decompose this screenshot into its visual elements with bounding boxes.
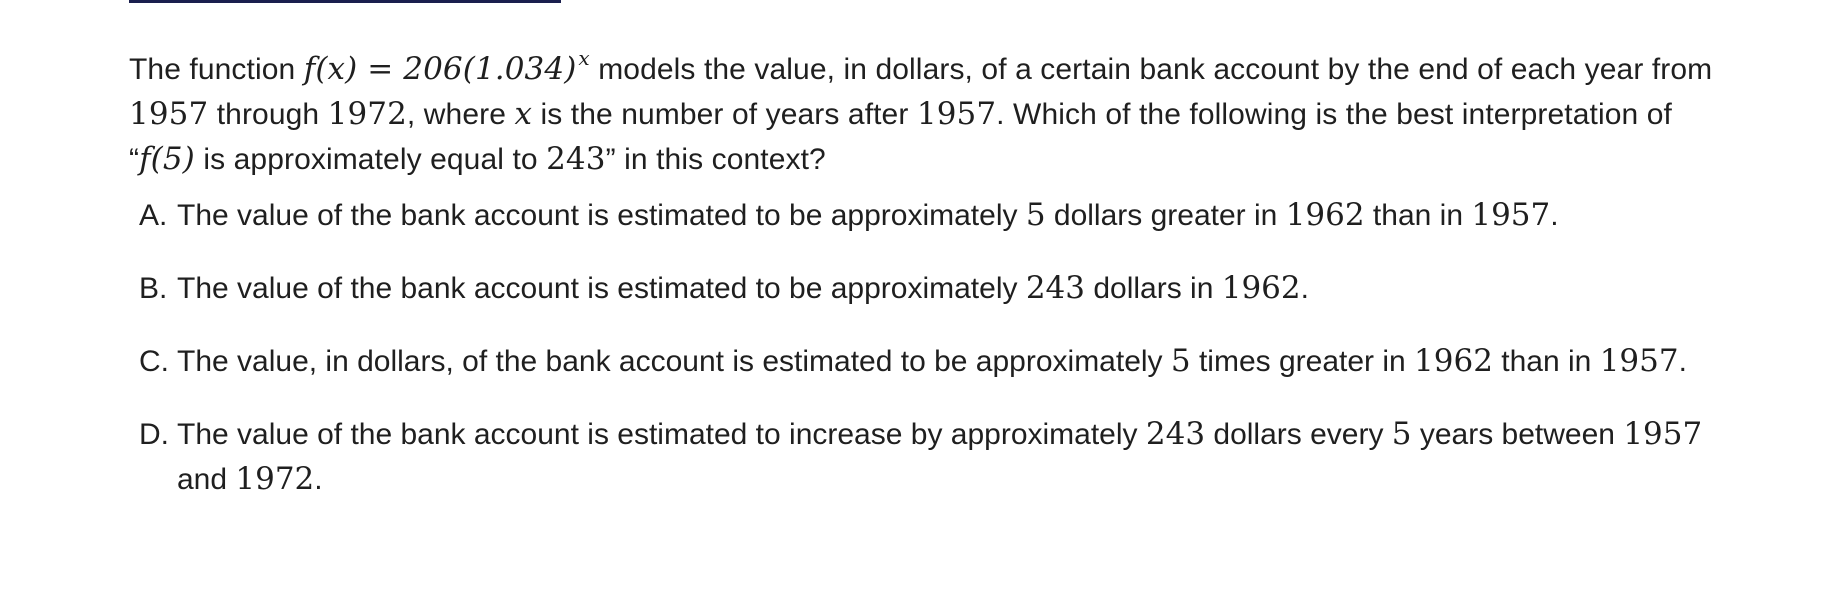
option-a-text: The value of the bank account is estimat…: [177, 193, 1717, 238]
option-text-part: .: [314, 463, 323, 496]
option-text-part: .: [1678, 345, 1687, 378]
option-number: 1957: [1471, 197, 1551, 233]
question-intro: The function: [129, 53, 304, 86]
option-c-letter: C.: [139, 345, 169, 378]
option-c[interactable]: C. The value, in dollars, of the bank ac…: [139, 339, 1759, 384]
option-text-part: dollars every: [1205, 418, 1392, 451]
option-c-text: The value, in dollars, of the bank accou…: [177, 339, 1717, 384]
option-text-part: The value of the bank account is estimat…: [177, 418, 1146, 451]
option-d[interactable]: D. The value of the bank account is esti…: [139, 412, 1759, 502]
option-text-part: The value of the bank account is estimat…: [177, 199, 1026, 232]
f-of-5: f(5): [139, 141, 195, 177]
question-part-2: is the number of years after: [532, 98, 917, 131]
option-number: 1957: [1623, 416, 1703, 452]
top-divider: [129, 0, 561, 3]
option-number: 1962: [1221, 270, 1301, 306]
year-1957: 1957: [129, 96, 209, 132]
option-text-part: dollars greater in: [1045, 199, 1286, 232]
question-part-5: ” in this context?: [605, 143, 826, 176]
function-exponent: x: [578, 46, 590, 70]
option-text-part: and: [177, 463, 236, 496]
option-number: 1972: [235, 461, 315, 497]
question-text: The function f(x) = 206(1.034) x models t…: [129, 36, 1729, 182]
year-1972: 1972: [327, 96, 407, 132]
option-b-text: The value of the bank account is estimat…: [177, 266, 1717, 311]
option-text-part: The value, in dollars, of the bank accou…: [177, 345, 1171, 378]
question-part-1: models the value, in dollars, of a certa…: [589, 53, 1713, 86]
question-through: through: [208, 98, 328, 131]
year-1957-b: 1957: [916, 96, 997, 132]
function-expression: f(x) = 206(1.034): [303, 51, 577, 87]
option-text-part: times greater in: [1190, 345, 1415, 378]
option-number: 5: [1391, 416, 1412, 452]
option-text-part: years between: [1411, 418, 1624, 451]
option-d-text: The value of the bank account is estimat…: [177, 412, 1717, 502]
option-number: 243: [1145, 416, 1206, 452]
variable-x: x: [514, 96, 533, 132]
option-number: 5: [1025, 197, 1046, 233]
question-where: , where: [406, 98, 515, 131]
option-text-part: .: [1550, 199, 1559, 232]
option-d-letter: D.: [139, 418, 169, 451]
value-243: 243: [546, 141, 606, 177]
option-b-letter: B.: [139, 272, 168, 305]
option-number: 5: [1170, 343, 1191, 379]
option-number: 1962: [1285, 197, 1365, 233]
option-text-part: than in: [1492, 345, 1600, 378]
question-part-4: is approximately equal to: [194, 143, 547, 176]
option-text-part: dollars in: [1085, 272, 1222, 305]
option-number: 1962: [1414, 343, 1493, 379]
option-a[interactable]: A. The value of the bank account is esti…: [139, 193, 1759, 238]
answer-options: A. The value of the bank account is esti…: [139, 193, 1759, 530]
option-b[interactable]: B. The value of the bank account is esti…: [139, 266, 1759, 311]
option-number: 243: [1025, 270, 1085, 306]
option-text-part: than in: [1364, 199, 1472, 232]
option-number: 1957: [1599, 343, 1679, 379]
option-text-part: The value of the bank account is estimat…: [177, 272, 1026, 305]
option-a-letter: A.: [139, 199, 168, 232]
option-text-part: .: [1300, 272, 1309, 305]
